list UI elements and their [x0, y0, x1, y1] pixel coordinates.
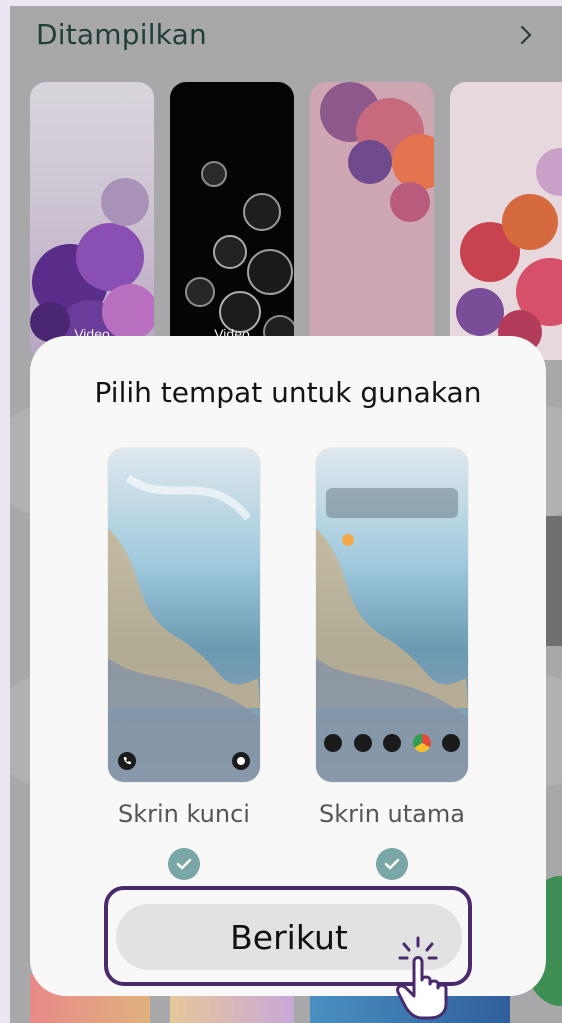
- phone-icon: [118, 752, 136, 770]
- check-icon[interactable]: [376, 848, 408, 880]
- lock-screen-preview[interactable]: [108, 448, 260, 782]
- check-icon[interactable]: [168, 848, 200, 880]
- lock-screen-label: Skrin kunci: [118, 800, 250, 828]
- wallpaper-screen: Ditampilkan Video Video Pilih tempat unt…: [10, 6, 562, 1023]
- tap-hand-icon: [396, 936, 448, 1020]
- chrome-icon: [412, 734, 431, 752]
- wallpaper-thumb[interactable]: Video: [30, 82, 154, 360]
- camera-icon: [232, 752, 250, 770]
- chevron-right-icon[interactable]: [516, 20, 536, 50]
- dialog-title: Pilih tempat untuk gunakan: [94, 376, 482, 409]
- wallpaper-thumb[interactable]: [450, 82, 562, 360]
- home-dock: [324, 734, 460, 752]
- wallpaper-thumb[interactable]: [310, 82, 434, 360]
- camera-icon: [383, 734, 401, 752]
- wallpaper-thumb[interactable]: Video: [170, 82, 294, 360]
- home-screen-label: Skrin utama: [319, 800, 465, 828]
- phone-icon: [324, 734, 342, 752]
- section-title: Ditampilkan: [36, 18, 207, 51]
- contacts-icon: [353, 734, 372, 752]
- home-screen-preview[interactable]: [316, 448, 468, 782]
- apps-icon: [442, 734, 460, 752]
